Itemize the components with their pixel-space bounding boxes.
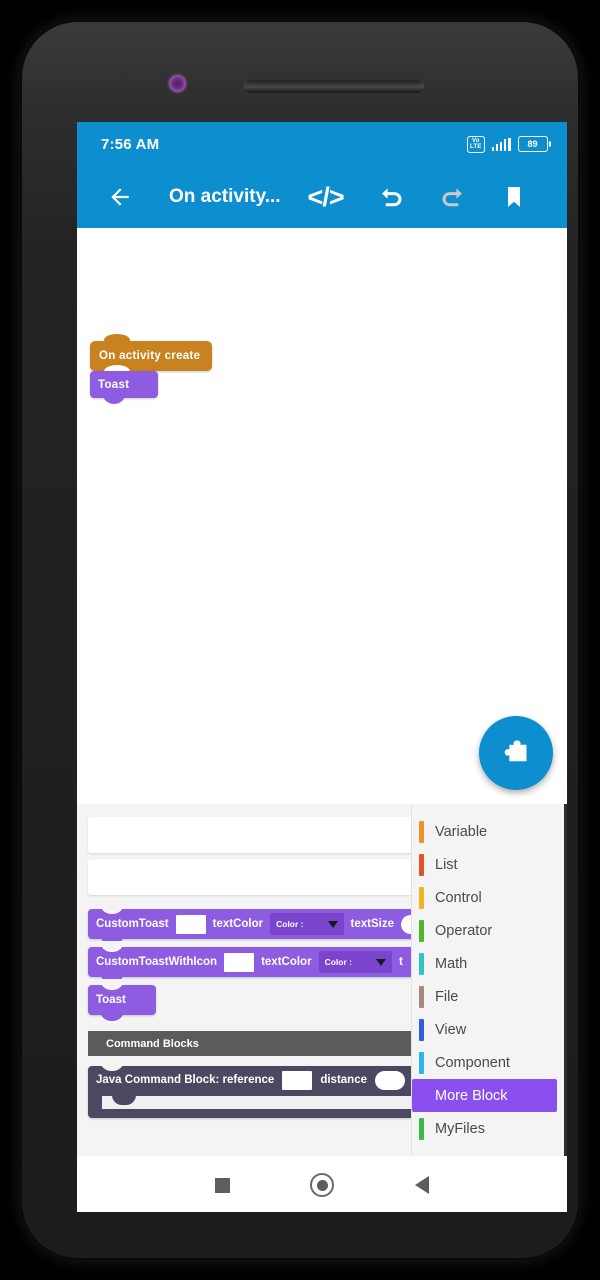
palette-block-arg-textcolor-label: textColor [261, 956, 312, 968]
category-color-swatch [419, 886, 424, 909]
nav-back-button[interactable] [372, 1176, 472, 1194]
back-arrow-icon[interactable] [97, 174, 143, 220]
palette-block-customtoastwithicon[interactable]: CustomToastWithIcon textColor Color : t [88, 941, 411, 983]
workspace-block-toast[interactable]: Toast [90, 371, 158, 404]
category-item-label: File [435, 988, 459, 1005]
palette-block-text-field[interactable] [175, 914, 206, 934]
blocks-workspace[interactable]: On activity create Toast [77, 228, 567, 804]
category-color-swatch [419, 1117, 424, 1140]
palette-block-arg-textcolor-label: textColor [212, 918, 264, 930]
category-item-label: Operator [435, 922, 493, 939]
phone-screen: 7:56 AM Vo LTE 89 On activity... </> On … [77, 122, 567, 1212]
category-item-component[interactable]: Component [412, 1046, 567, 1079]
puzzle-piece-icon [504, 740, 527, 762]
palette-block-arg-distance-label: distance [320, 1074, 367, 1086]
category-item-label: Variable [435, 823, 488, 840]
triangle-back-icon [415, 1176, 429, 1194]
source-code-glyph: </> [307, 181, 345, 212]
palette-block-java-body-slot[interactable] [102, 1095, 411, 1109]
category-item-label: View [435, 1021, 467, 1038]
category-item-label: List [435, 856, 458, 873]
category-item-more-block[interactable]: More Block [412, 1079, 557, 1112]
category-color-swatch [419, 919, 424, 942]
circle-home-icon [310, 1173, 334, 1197]
category-item-label: MyFiles [435, 1120, 485, 1137]
undo-icon[interactable] [369, 174, 415, 220]
front-camera-icon [169, 75, 186, 92]
category-color-swatch [419, 820, 424, 843]
palette-block-label: CustomToast [96, 918, 169, 930]
category-color-swatch [419, 952, 424, 975]
status-time: 7:56 AM [101, 135, 160, 153]
palette-block-distance-field[interactable] [375, 1070, 405, 1090]
category-color-swatch [419, 1051, 424, 1074]
workspace-block-label: Toast [98, 378, 130, 391]
phone-frame: 7:56 AM Vo LTE 89 On activity... </> On … [22, 22, 578, 1258]
palette-block-java-header: Java Command Block: reference distance [88, 1066, 411, 1094]
palette-block-text-field[interactable] [224, 952, 255, 972]
chevron-down-icon [327, 920, 338, 928]
nav-home-button[interactable] [272, 1173, 372, 1197]
category-item-label: Math [435, 955, 468, 972]
category-item-operator[interactable]: Operator [412, 914, 567, 947]
status-bar: 7:56 AM Vo LTE 89 [77, 122, 567, 166]
category-item-view[interactable]: View [412, 1013, 567, 1046]
palette-block-number-field[interactable] [400, 914, 411, 934]
category-item-myfiles[interactable]: MyFiles [412, 1112, 567, 1145]
category-color-swatch [419, 853, 424, 876]
workspace-block-on-activity-create[interactable]: On activity create [90, 334, 212, 378]
palette-block-customtoast[interactable]: CustomToast textColor Color : textSize [88, 903, 411, 945]
sidebar-edge-divider [564, 804, 567, 1156]
palette-block-arg-textsize-label: textSize [350, 918, 394, 930]
palette-card-row[interactable] [88, 817, 411, 853]
category-item-label: Control [435, 889, 482, 906]
palette-section-header: Command Blocks [88, 1031, 411, 1056]
category-item-list[interactable]: List [412, 848, 567, 881]
chevron-down-icon [375, 958, 386, 966]
source-code-icon[interactable]: </> [303, 174, 349, 220]
block-palette-area: CustomToast textColor Color : textSize C… [77, 804, 567, 1156]
category-item-file[interactable]: File [412, 980, 567, 1013]
bookmark-icon[interactable] [491, 174, 537, 220]
volte-icon: Vo LTE [467, 135, 485, 153]
category-sidebar[interactable]: Variable List Control Operator Math File… [411, 804, 567, 1156]
category-item-variable[interactable]: Variable [412, 815, 567, 848]
signal-bars-icon [491, 137, 511, 151]
palette-section-header-label: Command Blocks [106, 1037, 199, 1050]
nav-recents-button[interactable] [172, 1177, 272, 1193]
category-item-control[interactable]: Control [412, 881, 567, 914]
battery-icon: 89 [517, 136, 551, 152]
page-title: On activity... [169, 186, 281, 207]
palette-block-color-dropdown[interactable]: Color : [270, 913, 344, 935]
status-icons: Vo LTE 89 [467, 135, 551, 153]
dropdown-label: Color : [276, 919, 304, 929]
dropdown-label: Color : [324, 957, 352, 967]
square-recents-icon [214, 1177, 230, 1193]
palette-card-row[interactable] [88, 859, 411, 895]
volte-icon-bottom: LTE [470, 144, 482, 150]
app-toolbar: On activity... </> [77, 166, 567, 228]
category-color-swatch [419, 985, 424, 1008]
add-block-fab[interactable] [479, 716, 553, 790]
category-item-label: Component [435, 1054, 510, 1071]
workspace-block-label: On activity create [99, 350, 201, 362]
palette-block-color-dropdown[interactable]: Color : [318, 951, 392, 973]
battery-level-label: 89 [517, 136, 548, 152]
category-color-swatch [419, 1018, 424, 1041]
earpiece-speaker [244, 79, 424, 93]
category-color-swatch [419, 1084, 424, 1107]
category-item-label: More Block [435, 1087, 508, 1104]
palette-block-arg-truncated-label: t [398, 956, 403, 968]
category-item-math[interactable]: Math [412, 947, 567, 980]
android-navigation-bar [77, 1156, 567, 1212]
palette-block-list[interactable]: CustomToast textColor Color : textSize C… [77, 804, 411, 1156]
palette-block-java-command-block[interactable]: Java Command Block: reference distance [88, 1060, 411, 1118]
palette-block-label: CustomToastWithIcon [96, 956, 218, 968]
palette-block-label: Toast [96, 994, 126, 1006]
palette-block-toast[interactable]: Toast [88, 979, 156, 1021]
redo-icon[interactable] [429, 174, 475, 220]
palette-block-label: Java Command Block: reference [96, 1074, 275, 1086]
palette-block-reference-field[interactable] [282, 1070, 313, 1090]
battery-cap [548, 141, 551, 147]
